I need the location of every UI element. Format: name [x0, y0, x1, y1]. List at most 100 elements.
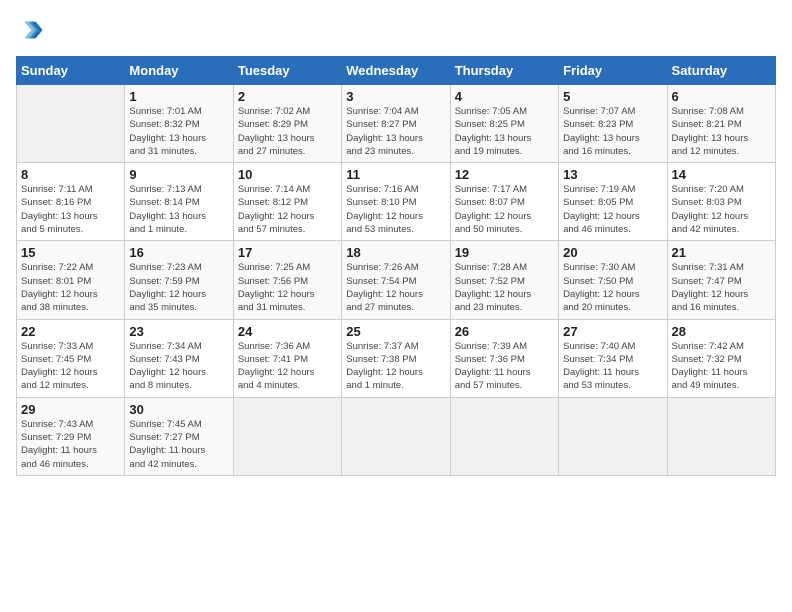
weekday-header: Monday — [125, 57, 233, 85]
logo-icon — [16, 16, 44, 44]
calendar-cell: 23Sunrise: 7:34 AM Sunset: 7:43 PM Dayli… — [125, 319, 233, 397]
day-info: Sunrise: 7:43 AM Sunset: 7:29 PM Dayligh… — [21, 418, 120, 471]
day-info: Sunrise: 7:02 AM Sunset: 8:29 PM Dayligh… — [238, 105, 337, 158]
day-number: 27 — [563, 324, 662, 339]
day-info: Sunrise: 7:34 AM Sunset: 7:43 PM Dayligh… — [129, 340, 228, 393]
day-info: Sunrise: 7:37 AM Sunset: 7:38 PM Dayligh… — [346, 340, 445, 393]
day-number: 11 — [346, 167, 445, 182]
calendar-cell: 26Sunrise: 7:39 AM Sunset: 7:36 PM Dayli… — [450, 319, 558, 397]
calendar-week-row: 8Sunrise: 7:11 AM Sunset: 8:16 PM Daylig… — [17, 163, 776, 241]
day-number: 10 — [238, 167, 337, 182]
day-number: 9 — [129, 167, 228, 182]
weekday-header: Thursday — [450, 57, 558, 85]
day-number: 23 — [129, 324, 228, 339]
calendar-cell: 22Sunrise: 7:33 AM Sunset: 7:45 PM Dayli… — [17, 319, 125, 397]
day-info: Sunrise: 7:33 AM Sunset: 7:45 PM Dayligh… — [21, 340, 120, 393]
calendar-cell: 2Sunrise: 7:02 AM Sunset: 8:29 PM Daylig… — [233, 85, 341, 163]
day-number: 25 — [346, 324, 445, 339]
calendar-cell — [559, 397, 667, 475]
calendar-cell: 10Sunrise: 7:14 AM Sunset: 8:12 PM Dayli… — [233, 163, 341, 241]
day-info: Sunrise: 7:11 AM Sunset: 8:16 PM Dayligh… — [21, 183, 120, 236]
day-number: 20 — [563, 245, 662, 260]
day-number: 19 — [455, 245, 554, 260]
calendar-cell: 13Sunrise: 7:19 AM Sunset: 8:05 PM Dayli… — [559, 163, 667, 241]
day-info: Sunrise: 7:36 AM Sunset: 7:41 PM Dayligh… — [238, 340, 337, 393]
calendar-cell: 14Sunrise: 7:20 AM Sunset: 8:03 PM Dayli… — [667, 163, 775, 241]
page-header — [16, 16, 776, 44]
weekday-header: Sunday — [17, 57, 125, 85]
day-info: Sunrise: 7:14 AM Sunset: 8:12 PM Dayligh… — [238, 183, 337, 236]
calendar-cell: 29Sunrise: 7:43 AM Sunset: 7:29 PM Dayli… — [17, 397, 125, 475]
day-number: 21 — [672, 245, 771, 260]
day-info: Sunrise: 7:42 AM Sunset: 7:32 PM Dayligh… — [672, 340, 771, 393]
calendar-cell: 1Sunrise: 7:01 AM Sunset: 8:32 PM Daylig… — [125, 85, 233, 163]
day-number: 1 — [129, 89, 228, 104]
day-info: Sunrise: 7:39 AM Sunset: 7:36 PM Dayligh… — [455, 340, 554, 393]
calendar-cell: 16Sunrise: 7:23 AM Sunset: 7:59 PM Dayli… — [125, 241, 233, 319]
calendar-cell: 11Sunrise: 7:16 AM Sunset: 8:10 PM Dayli… — [342, 163, 450, 241]
calendar-cell: 21Sunrise: 7:31 AM Sunset: 7:47 PM Dayli… — [667, 241, 775, 319]
day-info: Sunrise: 7:31 AM Sunset: 7:47 PM Dayligh… — [672, 261, 771, 314]
logo — [16, 16, 48, 44]
day-number: 5 — [563, 89, 662, 104]
day-info: Sunrise: 7:20 AM Sunset: 8:03 PM Dayligh… — [672, 183, 771, 236]
day-info: Sunrise: 7:30 AM Sunset: 7:50 PM Dayligh… — [563, 261, 662, 314]
page-container: SundayMondayTuesdayWednesdayThursdayFrid… — [0, 0, 792, 484]
day-info: Sunrise: 7:04 AM Sunset: 8:27 PM Dayligh… — [346, 105, 445, 158]
calendar-cell: 9Sunrise: 7:13 AM Sunset: 8:14 PM Daylig… — [125, 163, 233, 241]
weekday-header: Wednesday — [342, 57, 450, 85]
calendar-cell: 15Sunrise: 7:22 AM Sunset: 8:01 PM Dayli… — [17, 241, 125, 319]
day-info: Sunrise: 7:45 AM Sunset: 7:27 PM Dayligh… — [129, 418, 228, 471]
calendar-week-row: 15Sunrise: 7:22 AM Sunset: 8:01 PM Dayli… — [17, 241, 776, 319]
calendar-cell: 20Sunrise: 7:30 AM Sunset: 7:50 PM Dayli… — [559, 241, 667, 319]
weekday-header: Friday — [559, 57, 667, 85]
day-number: 26 — [455, 324, 554, 339]
calendar-cell: 6Sunrise: 7:08 AM Sunset: 8:21 PM Daylig… — [667, 85, 775, 163]
calendar-table: SundayMondayTuesdayWednesdayThursdayFrid… — [16, 56, 776, 476]
calendar-cell: 28Sunrise: 7:42 AM Sunset: 7:32 PM Dayli… — [667, 319, 775, 397]
day-number: 18 — [346, 245, 445, 260]
day-info: Sunrise: 7:05 AM Sunset: 8:25 PM Dayligh… — [455, 105, 554, 158]
day-number: 8 — [21, 167, 120, 182]
day-info: Sunrise: 7:17 AM Sunset: 8:07 PM Dayligh… — [455, 183, 554, 236]
calendar-cell: 24Sunrise: 7:36 AM Sunset: 7:41 PM Dayli… — [233, 319, 341, 397]
day-number: 2 — [238, 89, 337, 104]
day-number: 14 — [672, 167, 771, 182]
day-info: Sunrise: 7:23 AM Sunset: 7:59 PM Dayligh… — [129, 261, 228, 314]
day-info: Sunrise: 7:22 AM Sunset: 8:01 PM Dayligh… — [21, 261, 120, 314]
day-number: 3 — [346, 89, 445, 104]
day-number: 29 — [21, 402, 120, 417]
calendar-cell — [17, 85, 125, 163]
calendar-cell: 19Sunrise: 7:28 AM Sunset: 7:52 PM Dayli… — [450, 241, 558, 319]
day-info: Sunrise: 7:07 AM Sunset: 8:23 PM Dayligh… — [563, 105, 662, 158]
calendar-cell: 27Sunrise: 7:40 AM Sunset: 7:34 PM Dayli… — [559, 319, 667, 397]
calendar-cell: 25Sunrise: 7:37 AM Sunset: 7:38 PM Dayli… — [342, 319, 450, 397]
calendar-cell: 3Sunrise: 7:04 AM Sunset: 8:27 PM Daylig… — [342, 85, 450, 163]
calendar-cell: 18Sunrise: 7:26 AM Sunset: 7:54 PM Dayli… — [342, 241, 450, 319]
day-number: 22 — [21, 324, 120, 339]
calendar-cell — [342, 397, 450, 475]
day-info: Sunrise: 7:26 AM Sunset: 7:54 PM Dayligh… — [346, 261, 445, 314]
day-info: Sunrise: 7:08 AM Sunset: 8:21 PM Dayligh… — [672, 105, 771, 158]
day-info: Sunrise: 7:13 AM Sunset: 8:14 PM Dayligh… — [129, 183, 228, 236]
calendar-cell: 30Sunrise: 7:45 AM Sunset: 7:27 PM Dayli… — [125, 397, 233, 475]
day-info: Sunrise: 7:28 AM Sunset: 7:52 PM Dayligh… — [455, 261, 554, 314]
day-info: Sunrise: 7:25 AM Sunset: 7:56 PM Dayligh… — [238, 261, 337, 314]
weekday-header: Saturday — [667, 57, 775, 85]
calendar-week-row: 29Sunrise: 7:43 AM Sunset: 7:29 PM Dayli… — [17, 397, 776, 475]
calendar-cell: 12Sunrise: 7:17 AM Sunset: 8:07 PM Dayli… — [450, 163, 558, 241]
day-number: 28 — [672, 324, 771, 339]
day-info: Sunrise: 7:01 AM Sunset: 8:32 PM Dayligh… — [129, 105, 228, 158]
weekday-header: Tuesday — [233, 57, 341, 85]
calendar-week-row: 1Sunrise: 7:01 AM Sunset: 8:32 PM Daylig… — [17, 85, 776, 163]
day-number: 4 — [455, 89, 554, 104]
calendar-cell: 8Sunrise: 7:11 AM Sunset: 8:16 PM Daylig… — [17, 163, 125, 241]
day-info: Sunrise: 7:19 AM Sunset: 8:05 PM Dayligh… — [563, 183, 662, 236]
day-number: 16 — [129, 245, 228, 260]
day-number: 6 — [672, 89, 771, 104]
day-number: 12 — [455, 167, 554, 182]
header-row: SundayMondayTuesdayWednesdayThursdayFrid… — [17, 57, 776, 85]
day-number: 30 — [129, 402, 228, 417]
day-number: 15 — [21, 245, 120, 260]
calendar-cell — [233, 397, 341, 475]
